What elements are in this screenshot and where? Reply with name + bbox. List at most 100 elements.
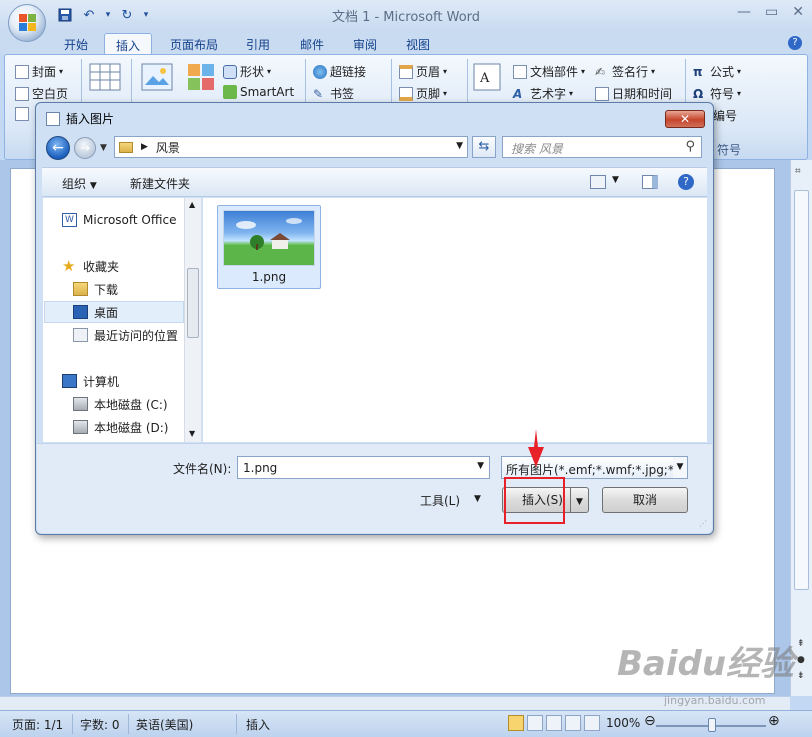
filename-label: 文件名(N):	[173, 462, 232, 476]
save-icon[interactable]	[56, 6, 74, 24]
footer-button[interactable]: 页脚 ▾	[399, 85, 447, 102]
nav-item-microsoft-office[interactable]: W Microsoft Office	[62, 209, 176, 231]
resize-grip-icon[interactable]: ⋰	[699, 519, 707, 528]
undo-dropdown-icon[interactable]: ▾	[104, 6, 112, 24]
equation-button[interactable]: π 公式 ▾	[693, 63, 741, 80]
text-box-button[interactable]: A	[473, 63, 501, 91]
tab-view[interactable]: 视图	[398, 33, 438, 54]
scroll-up-icon[interactable]: ▲	[189, 200, 195, 209]
tab-page-layout[interactable]: 页面布局	[160, 33, 228, 54]
tab-insert[interactable]: 插入	[104, 33, 152, 54]
minimize-button[interactable]: —	[737, 4, 751, 20]
zoom-slider-handle[interactable]	[708, 718, 716, 732]
quick-parts-button[interactable]: 文档部件 ▾	[513, 63, 585, 80]
word-count[interactable]: 字数: 0	[80, 716, 120, 733]
language-indicator[interactable]: 英语(美国)	[136, 716, 193, 733]
header-button[interactable]: 页眉 ▾	[399, 63, 447, 80]
tools-button[interactable]: 工具(L)	[420, 492, 460, 509]
new-folder-button[interactable]: 新建文件夹	[130, 175, 190, 192]
file-item[interactable]: 1.png	[217, 205, 321, 289]
filename-input[interactable]: 1.png ▼	[237, 456, 490, 479]
wordart-icon: A	[513, 86, 523, 101]
signature-line-button[interactable]: ✍ 签名行 ▾	[595, 63, 655, 80]
zoom-in-icon[interactable]: ⊕	[768, 713, 780, 729]
close-button[interactable]: ✕	[792, 4, 804, 20]
redo-icon[interactable]: ↻	[118, 6, 136, 24]
outline-view-icon[interactable]	[565, 715, 581, 731]
blank-page-button[interactable]: 空白页	[15, 85, 68, 102]
draft-view-icon[interactable]	[584, 715, 600, 731]
breadcrumb-folder[interactable]: 风景	[156, 139, 180, 156]
preview-pane-icon[interactable]	[642, 175, 658, 189]
insert-options-dropdown[interactable]: ▼	[570, 487, 589, 513]
file-name: 1.png	[251, 270, 287, 284]
chevron-down-icon: ▾	[569, 89, 574, 98]
scroll-thumb[interactable]	[794, 190, 809, 590]
symbol-button[interactable]: Ω 符号 ▾	[693, 85, 741, 102]
office-button[interactable]	[8, 4, 46, 42]
bookmark-button[interactable]: ✎ 书签	[313, 85, 354, 102]
landscape-thumbnail-icon	[224, 218, 314, 265]
file-type-dropdown-icon[interactable]: ▼	[673, 457, 687, 478]
vertical-scrollbar[interactable]: ⌗ ⇞ ● ⇟	[790, 160, 812, 696]
dialog-close-button[interactable]: ✕	[665, 110, 705, 128]
refresh-button[interactable]: ⇆	[472, 136, 496, 158]
hyperlink-button[interactable]: 超链接	[313, 63, 366, 80]
organize-button[interactable]: 组织 ▼	[62, 175, 97, 192]
nav-item-drive-d[interactable]: 本地磁盘 (D:)	[73, 416, 168, 438]
print-layout-view-icon[interactable]	[508, 715, 524, 731]
smartart-button[interactable]: SmartArt	[223, 85, 294, 99]
view-options-icon[interactable]	[590, 175, 606, 189]
tab-mailings[interactable]: 邮件	[292, 33, 332, 54]
tab-references[interactable]: 引用	[238, 33, 278, 54]
help-icon[interactable]: ?	[788, 36, 802, 50]
scroll-down-icon[interactable]: ▼	[189, 429, 195, 438]
customize-qat-icon[interactable]: ▾	[142, 6, 150, 24]
tools-dropdown-icon[interactable]: ▼	[474, 494, 481, 504]
back-button[interactable]: ←	[46, 136, 70, 160]
shapes-button[interactable]: 形状 ▾	[223, 63, 271, 80]
table-button[interactable]	[89, 63, 121, 91]
calendar-icon	[595, 86, 609, 101]
address-dropdown-icon[interactable]: ▼	[456, 141, 463, 151]
insert-mode[interactable]: 插入	[246, 716, 270, 733]
insert-picture-dialog: 插入图片 ✕ ← → ▼ ▶ 风景 ▼ ⇆ 搜索 风景 ⚲ 组织 ▼ 新建文件夹…	[35, 102, 714, 535]
ruler-toggle-icon[interactable]: ⌗	[795, 166, 801, 177]
nav-pane-scrollbar[interactable]: ▲ ▼	[184, 198, 201, 442]
status-separator	[72, 714, 73, 734]
help-icon[interactable]: ?	[678, 174, 694, 190]
search-icon[interactable]: ⚲	[685, 139, 695, 154]
tab-home[interactable]: 开始	[56, 33, 96, 54]
tab-review[interactable]: 审阅	[345, 33, 385, 54]
cover-page-button[interactable]: 封面 ▾	[15, 63, 63, 80]
annotation-arrow-icon	[528, 429, 544, 467]
breadcrumb-arrow-icon[interactable]: ▶	[141, 142, 148, 152]
nav-item-computer[interactable]: 计算机	[62, 370, 119, 392]
page-break-button[interactable]	[15, 107, 29, 121]
page-count[interactable]: 页面: 1/1	[12, 716, 63, 733]
undo-icon[interactable]: ↶	[80, 6, 98, 24]
nav-item-favorites[interactable]: ★ 收藏夹	[62, 255, 119, 277]
forward-button[interactable]: →	[74, 137, 96, 159]
address-bar[interactable]: ▶ 风景 ▼	[114, 136, 468, 158]
clip-art-button[interactable]	[187, 63, 215, 91]
number-button[interactable]: 编号	[713, 107, 737, 124]
zoom-level[interactable]: 100%	[606, 716, 640, 730]
wordart-button[interactable]: A 艺术字 ▾	[513, 85, 573, 102]
filename-dropdown-icon[interactable]: ▼	[477, 461, 484, 471]
search-input[interactable]: 搜索 风景 ⚲	[502, 136, 702, 158]
recent-pages-dropdown-icon[interactable]: ▼	[100, 143, 107, 153]
web-layout-view-icon[interactable]	[546, 715, 562, 731]
nav-item-desktop[interactable]: 桌面	[44, 301, 184, 323]
cancel-button[interactable]: 取消	[602, 487, 688, 513]
nav-item-downloads[interactable]: 下载	[73, 278, 118, 300]
date-time-button[interactable]: 日期和时间	[595, 85, 672, 102]
maximize-button[interactable]: ▭	[765, 4, 778, 20]
view-dropdown-icon[interactable]: ▼	[612, 175, 619, 185]
zoom-out-icon[interactable]: ⊖	[644, 713, 656, 729]
scroll-thumb[interactable]	[187, 268, 199, 338]
nav-item-recent[interactable]: 最近访问的位置	[73, 324, 178, 346]
picture-button[interactable]	[141, 63, 173, 91]
nav-item-drive-c[interactable]: 本地磁盘 (C:)	[73, 393, 168, 415]
reading-view-icon[interactable]	[527, 715, 543, 731]
